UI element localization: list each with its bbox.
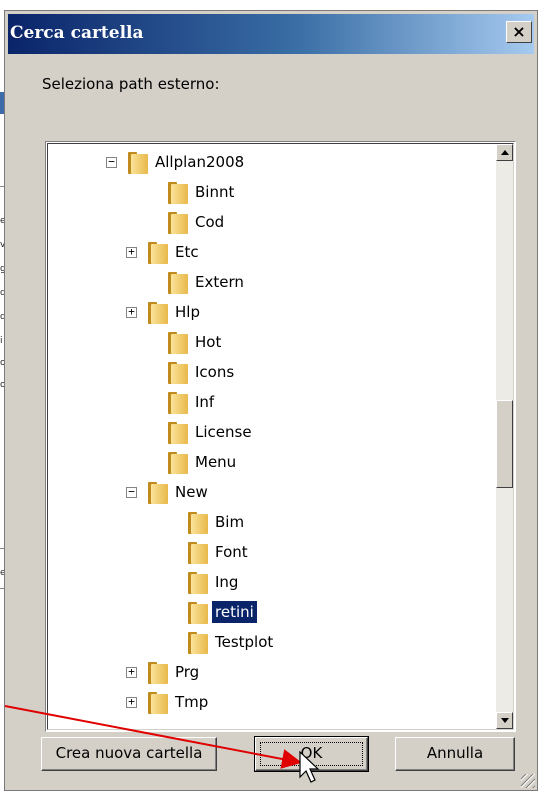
folder-icon — [168, 422, 188, 444]
folder-icon — [168, 212, 188, 234]
tree-item-label[interactable]: Binnt — [192, 181, 237, 203]
tree-item-label[interactable]: Hot — [192, 331, 224, 353]
folder-icon — [168, 332, 188, 354]
cancel-button-label: Annulla — [426, 744, 484, 762]
folder-tree-viewport: − Allplan2008 Binnt Cod + Etc Extern + Hlp Hot Ico… — [47, 143, 514, 730]
cancel-button[interactable]: Annulla — [395, 737, 515, 771]
tree-item[interactable]: − New — [48, 481, 488, 507]
scroll-thumb[interactable] — [496, 400, 513, 488]
tree-item-label[interactable]: Icons — [192, 361, 237, 383]
tree-item-label[interactable]: retini — [211, 600, 258, 624]
tree-item-label[interactable]: Hlp — [172, 301, 203, 323]
tree-item[interactable]: − Allplan2008 — [48, 151, 488, 177]
tree-item[interactable]: + Prg — [48, 661, 488, 687]
vertical-scrollbar[interactable] — [496, 144, 513, 729]
tree-item-label[interactable]: Bim — [212, 511, 247, 533]
folder-icon — [168, 272, 188, 294]
folder-icon — [188, 602, 208, 624]
dialog-prompt: Seleziona path esterno: — [42, 75, 220, 93]
tree-item[interactable]: retini — [48, 600, 488, 627]
close-icon: × — [512, 22, 526, 41]
tree-item[interactable]: Inf — [48, 391, 488, 417]
tree-item[interactable]: Cod — [48, 211, 488, 237]
tree-item[interactable]: Testplot — [48, 631, 488, 657]
folder-icon — [188, 542, 208, 564]
folder-icon — [148, 302, 168, 324]
new-folder-button[interactable]: Crea nuova cartella — [41, 737, 217, 771]
expand-icon[interactable]: + — [126, 306, 137, 318]
folder-icon — [188, 512, 208, 534]
tree-item[interactable]: Hot — [48, 331, 488, 357]
folder-tree[interactable]: − Allplan2008 Binnt Cod + Etc Extern + Hlp Hot Ico… — [45, 141, 516, 732]
expand-icon[interactable]: + — [126, 666, 137, 678]
tree-item-label[interactable]: Ing — [212, 571, 241, 593]
tree-item-label[interactable]: Inf — [192, 391, 217, 413]
folder-icon — [128, 152, 148, 174]
tree-item[interactable]: Binnt — [48, 181, 488, 207]
expand-icon[interactable]: + — [126, 246, 137, 258]
ok-button[interactable]: OK — [254, 736, 369, 772]
new-folder-button-label: Crea nuova cartella — [55, 744, 203, 762]
folder-icon — [168, 362, 188, 384]
expand-icon[interactable]: + — [126, 696, 137, 708]
folder-icon — [168, 182, 188, 204]
scroll-up-button[interactable] — [496, 144, 513, 161]
folder-icon — [168, 452, 188, 474]
folder-icon — [148, 242, 168, 264]
collapse-icon[interactable]: − — [106, 156, 117, 168]
focus-rectangle — [260, 742, 363, 766]
tree-item-label[interactable]: Etc — [172, 241, 202, 263]
tree-item-label[interactable]: Testplot — [212, 631, 276, 653]
folder-icon — [188, 632, 208, 654]
resize-grip[interactable] — [521, 774, 535, 788]
folder-icon — [148, 482, 168, 504]
tree-item-label[interactable]: Prg — [172, 661, 202, 683]
dialog-title: Cerca cartella — [10, 23, 144, 43]
tree-item[interactable]: Ing — [48, 571, 488, 597]
tree-item-label[interactable]: Tmp — [172, 691, 211, 713]
tree-item-label[interactable]: Menu — [192, 451, 239, 473]
tree-item[interactable]: Extern — [48, 271, 488, 297]
scroll-down-button[interactable] — [496, 712, 513, 729]
tree-item-label[interactable]: Extern — [192, 271, 247, 293]
close-button[interactable]: × — [506, 21, 532, 43]
tree-item-label[interactable]: Allplan2008 — [152, 151, 247, 173]
tree-item-label[interactable]: Font — [212, 541, 251, 563]
tree-item[interactable]: + Hlp — [48, 301, 488, 327]
tree-item-label[interactable]: Cod — [192, 211, 227, 233]
folder-icon — [148, 662, 168, 684]
background-text-fragment: i — [0, 336, 3, 346]
tree-item[interactable]: + Etc — [48, 241, 488, 267]
collapse-icon[interactable]: − — [126, 486, 137, 498]
tree-item[interactable]: License — [48, 421, 488, 447]
folder-icon — [148, 692, 168, 714]
tree-item[interactable]: + Tmp — [48, 691, 488, 717]
arrow-down-icon — [501, 718, 509, 723]
folder-icon — [168, 392, 188, 414]
browse-folder-dialog: Cerca cartella × Seleziona path esterno:… — [4, 10, 538, 791]
arrow-up-icon — [501, 150, 509, 155]
tree-item-label[interactable]: License — [192, 421, 255, 443]
tree-item[interactable]: Menu — [48, 451, 488, 477]
tree-item[interactable]: Bim — [48, 511, 488, 537]
tree-item[interactable]: Icons — [48, 361, 488, 387]
folder-icon — [188, 572, 208, 594]
dialog-title-bar[interactable]: Cerca cartella × — [8, 14, 534, 54]
tree-item[interactable]: Font — [48, 541, 488, 567]
tree-item-label[interactable]: New — [172, 481, 211, 503]
